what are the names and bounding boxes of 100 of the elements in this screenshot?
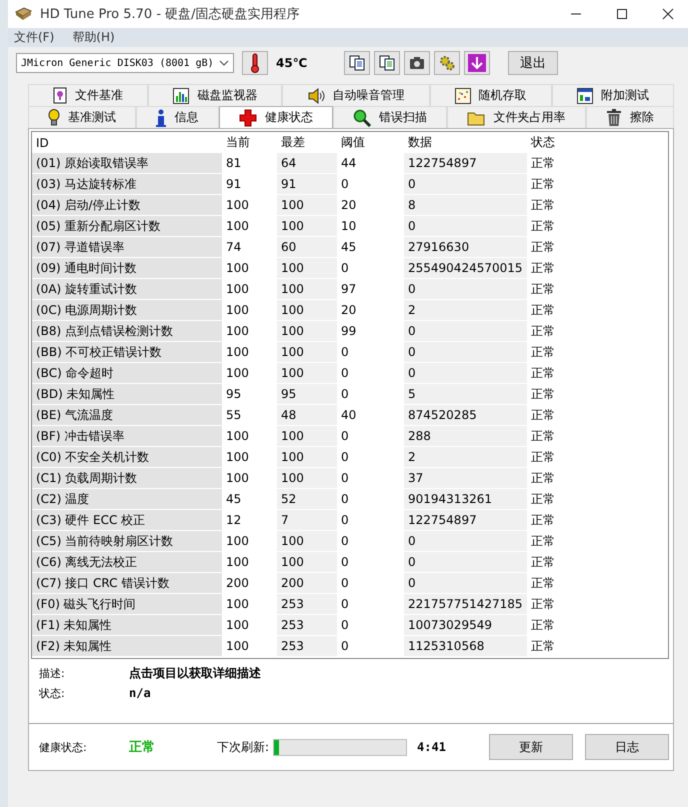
table-cell: 122754897	[404, 510, 527, 531]
tab[interactable]: 信息	[136, 106, 219, 128]
table-cell: (0C) 电源周期计数	[32, 300, 222, 321]
table-cell: 64	[277, 153, 337, 174]
table-cell: 10073029549	[404, 615, 527, 636]
speaker-icon	[308, 88, 324, 104]
tab[interactable]: 基准测试	[28, 106, 136, 128]
tab[interactable]: 随机存取	[430, 84, 552, 106]
description-text: 点击项目以获取详细描述	[129, 664, 261, 682]
bar-chart-icon	[173, 88, 190, 104]
table-cell: (05) 重新分配扇区计数	[32, 216, 222, 237]
table-cell: 正常	[527, 594, 592, 615]
table-cell: 正常	[527, 447, 592, 468]
hard-disk-icon	[14, 7, 32, 22]
table-cell: 100	[277, 468, 337, 489]
table-cell: 122754897	[404, 153, 527, 174]
table-cell: (01) 原始读取错误率	[32, 153, 222, 174]
table-cell: 0	[404, 216, 527, 237]
footer-button[interactable]: 日志	[585, 734, 670, 760]
refresh-label: 下次刷新:	[217, 738, 270, 756]
table-cell: 正常	[527, 342, 592, 363]
info-icon	[156, 108, 166, 126]
save-button[interactable]	[464, 51, 490, 76]
copy-all-button[interactable]	[374, 51, 400, 76]
table-cell: 100	[277, 195, 337, 216]
table-cell: 8	[404, 195, 527, 216]
table-cell: 100	[277, 321, 337, 342]
scatter-icon	[454, 88, 471, 104]
table-cell: 0	[404, 531, 527, 552]
table-cell: (C1) 负载周期计数	[32, 468, 222, 489]
table-cell: 正常	[527, 489, 592, 510]
tab[interactable]: 磁盘监视器	[148, 84, 282, 106]
table-cell: (BE) 气流温度	[32, 405, 222, 426]
table-cell: 288	[404, 426, 527, 447]
table-cell: (BB) 不可校正错误计数	[32, 342, 222, 363]
health-label: 健康状态:	[39, 740, 88, 754]
table-cell: 253	[277, 636, 337, 657]
table-cell: 0	[404, 174, 527, 195]
table-cell: 100	[277, 279, 337, 300]
countdown: 4:41	[417, 740, 447, 754]
table-cell: (C2) 温度	[32, 489, 222, 510]
menu-item[interactable]: 帮助(H)	[72, 29, 115, 46]
footer-button[interactable]: 更新	[489, 734, 574, 760]
table-cell: 100	[277, 426, 337, 447]
table-cell: (B8) 点到点错误检测计数	[32, 321, 222, 342]
maximize-icon[interactable]	[616, 8, 628, 20]
table-cell: 27916630	[404, 237, 527, 258]
table-cell: 正常	[527, 237, 592, 258]
table-cell: (C5) 当前待映射扇区计数	[32, 531, 222, 552]
table-cell: 100	[277, 447, 337, 468]
magnifier-icon	[353, 108, 372, 126]
drive-dropdown[interactable]: JMicron Generic DISK03 (8001 gB)	[16, 53, 234, 74]
table-cell: 100	[277, 552, 337, 573]
health-status: 正常	[129, 739, 156, 756]
close-icon[interactable]	[662, 8, 674, 20]
table-cell: 100	[277, 258, 337, 279]
table-cell: (04) 启动/停止计数	[32, 195, 222, 216]
table-cell: 0	[404, 321, 527, 342]
lightbulb-icon	[48, 108, 60, 126]
trash-icon	[606, 108, 622, 126]
table-cell: 253	[277, 615, 337, 636]
menu-item[interactable]: 文件(F)	[14, 29, 54, 46]
tab[interactable]: 错误扫描	[332, 106, 448, 128]
copy-icon	[349, 55, 365, 72]
table-cell: 正常	[527, 174, 592, 195]
table-cell: 48	[277, 405, 337, 426]
camera-icon	[409, 56, 425, 70]
tab[interactable]: 健康状态	[218, 106, 333, 128]
table-cell: (C3) 硬件 ECC 校正	[32, 510, 222, 531]
table-cell: 正常	[527, 405, 592, 426]
table-cell: 正常	[527, 468, 592, 489]
table-cell: 253	[277, 594, 337, 615]
thermometer-icon	[250, 53, 260, 74]
tab[interactable]: 文件夹占用率	[447, 106, 586, 128]
table-cell: 0	[404, 552, 527, 573]
table-cell: (F1) 未知属性	[32, 615, 222, 636]
table-cell: 正常	[527, 216, 592, 237]
thermometer-button[interactable]	[242, 51, 268, 76]
table-cell: 37	[404, 468, 527, 489]
copy-button[interactable]	[344, 51, 370, 76]
table-cell: 正常	[527, 258, 592, 279]
tab[interactable]: 自动噪音管理	[282, 84, 430, 106]
temperature-reading: 45℃	[276, 56, 308, 70]
table-cell: 正常	[527, 636, 592, 657]
options-button[interactable]	[434, 51, 460, 76]
table-cell: 7	[277, 510, 337, 531]
exit-button[interactable]: 退出	[508, 51, 558, 76]
table-cell: 正常	[527, 363, 592, 384]
tab[interactable]: 附加测试	[552, 84, 674, 106]
screenshot-button[interactable]	[404, 51, 430, 76]
tab[interactable]: 文件基准	[28, 84, 148, 106]
table-cell: 0	[404, 279, 527, 300]
tab[interactable]: 擦除	[586, 106, 674, 128]
table-cell: 2	[404, 447, 527, 468]
table-cell: 正常	[527, 573, 592, 594]
window-title: HD Tune Pro 5.70 - 硬盘/固态硬盘实用程序	[40, 6, 300, 24]
table-cell: 正常	[527, 384, 592, 405]
folder-icon	[467, 110, 486, 126]
table-cell: 221757751427185	[404, 594, 527, 615]
table-cell: 正常	[527, 300, 592, 321]
